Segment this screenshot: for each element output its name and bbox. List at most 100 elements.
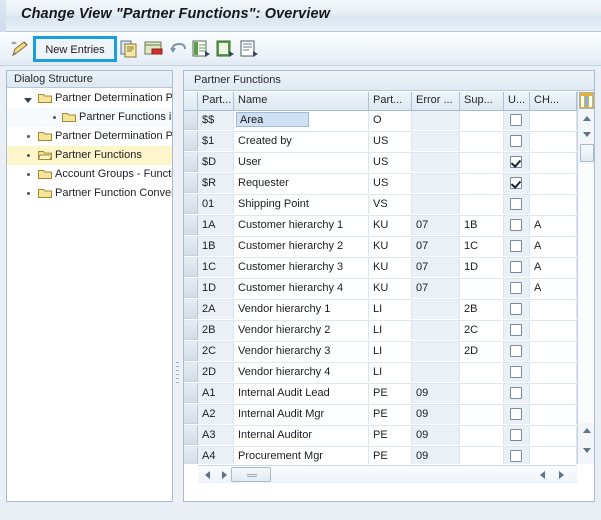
- scroll-up-button[interactable]: [579, 112, 594, 126]
- cell-error[interactable]: [412, 342, 460, 361]
- unique-checkbox[interactable]: [510, 198, 522, 210]
- cell-error[interactable]: 07: [412, 258, 460, 277]
- cell-parttype[interactable]: LI: [369, 363, 412, 382]
- unique-checkbox[interactable]: [510, 324, 522, 336]
- panel-splitter[interactable]: [173, 70, 183, 502]
- unique-checkbox[interactable]: [510, 135, 522, 147]
- cell-chg[interactable]: [530, 384, 577, 403]
- cell-parttype[interactable]: PE: [369, 405, 412, 424]
- cell-parttype[interactable]: KU: [369, 216, 412, 235]
- cell-parttype[interactable]: KU: [369, 258, 412, 277]
- row-selector[interactable]: [184, 447, 198, 464]
- table-row[interactable]: $DUserUS: [184, 153, 577, 174]
- row-selector[interactable]: [184, 279, 198, 298]
- table-row[interactable]: A3Internal AuditorPE09: [184, 426, 577, 447]
- unique-checkbox[interactable]: [510, 219, 522, 231]
- cell-sup[interactable]: 1B: [460, 216, 504, 235]
- sidebar-item-partner-function-conver[interactable]: Partner Function Conver: [7, 184, 172, 203]
- cell-chg[interactable]: [530, 342, 577, 361]
- cell-part[interactable]: 2D: [198, 363, 234, 382]
- unique-checkbox[interactable]: [510, 366, 522, 378]
- vertical-scroll-track[interactable]: [579, 164, 594, 423]
- cell-uniq[interactable]: [504, 153, 530, 172]
- cell-sup[interactable]: 1C: [460, 237, 504, 256]
- table-row[interactable]: 2CVendor hierarchy 3LI2D: [184, 342, 577, 363]
- unique-checkbox[interactable]: [510, 450, 522, 462]
- cell-parttype[interactable]: US: [369, 132, 412, 151]
- cell-sup[interactable]: [460, 111, 504, 130]
- cell-sup[interactable]: [460, 279, 504, 298]
- cell-name[interactable]: Internal Audit Lead: [234, 384, 369, 403]
- cell-part[interactable]: 1B: [198, 237, 234, 256]
- cell-uniq[interactable]: [504, 321, 530, 340]
- table-row[interactable]: 1BCustomer hierarchy 2KU071CA: [184, 237, 577, 258]
- cell-parttype[interactable]: O: [369, 111, 412, 130]
- cell-error[interactable]: 09: [412, 447, 460, 464]
- row-selector[interactable]: [184, 174, 198, 193]
- cell-sup[interactable]: [460, 384, 504, 403]
- cell-name-editing[interactable]: Area: [236, 112, 309, 127]
- scroll-down-button[interactable]: [579, 128, 594, 142]
- cell-error[interactable]: [412, 363, 460, 382]
- cell-name[interactable]: Customer hierarchy 4: [234, 279, 369, 298]
- cell-uniq[interactable]: [504, 132, 530, 151]
- cell-chg[interactable]: [530, 363, 577, 382]
- cell-chg[interactable]: A: [530, 258, 577, 277]
- cell-error[interactable]: 09: [412, 426, 460, 445]
- cell-error[interactable]: [412, 321, 460, 340]
- row-selector[interactable]: [184, 342, 198, 361]
- sidebar-item-partner-functions-in[interactable]: Partner Functions in: [7, 108, 172, 127]
- column-header-chg[interactable]: CH...: [530, 92, 577, 110]
- cell-uniq[interactable]: [504, 300, 530, 319]
- cell-uniq[interactable]: [504, 279, 530, 298]
- cell-sup[interactable]: [460, 132, 504, 151]
- cell-name[interactable]: Internal Auditor: [234, 426, 369, 445]
- cell-name[interactable]: Vendor hierarchy 3: [234, 342, 369, 361]
- cell-chg[interactable]: [530, 447, 577, 464]
- cell-part[interactable]: $D: [198, 153, 234, 172]
- cell-name[interactable]: Vendor hierarchy 4: [234, 363, 369, 382]
- table-row[interactable]: 2BVendor hierarchy 2LI2C: [184, 321, 577, 342]
- table-settings-icon[interactable]: [579, 92, 594, 109]
- table-row[interactable]: A4Procurement MgrPE09: [184, 447, 577, 464]
- column-header-name[interactable]: Name: [234, 92, 369, 110]
- cell-chg[interactable]: A: [530, 216, 577, 235]
- cell-uniq[interactable]: [504, 237, 530, 256]
- cell-part[interactable]: A3: [198, 426, 234, 445]
- variant-icon[interactable]: [240, 39, 259, 58]
- cell-error[interactable]: [412, 300, 460, 319]
- cell-part[interactable]: 2B: [198, 321, 234, 340]
- table-row[interactable]: $RRequesterUS: [184, 174, 577, 195]
- cell-name[interactable]: Requester: [234, 174, 369, 193]
- cell-error[interactable]: [412, 111, 460, 130]
- vertical-scroll-thumb[interactable]: [580, 144, 594, 162]
- cell-name[interactable]: Shipping Point: [234, 195, 369, 214]
- cell-chg[interactable]: [530, 405, 577, 424]
- row-selector[interactable]: [184, 132, 198, 151]
- cell-parttype[interactable]: PE: [369, 447, 412, 464]
- cell-error[interactable]: 09: [412, 384, 460, 403]
- cell-parttype[interactable]: US: [369, 153, 412, 172]
- display-change-icon[interactable]: [10, 40, 30, 58]
- cell-uniq[interactable]: [504, 258, 530, 277]
- cell-error[interactable]: [412, 153, 460, 172]
- scroll-page-down-button[interactable]: [579, 444, 594, 458]
- table-row[interactable]: 2AVendor hierarchy 1LI2B: [184, 300, 577, 321]
- row-selector[interactable]: [184, 363, 198, 382]
- cell-part[interactable]: A4: [198, 447, 234, 464]
- cell-part[interactable]: 2A: [198, 300, 234, 319]
- cell-sup[interactable]: 1D: [460, 258, 504, 277]
- column-header-sup[interactable]: Sup...: [460, 92, 504, 110]
- cell-part[interactable]: 2C: [198, 342, 234, 361]
- cell-parttype[interactable]: LI: [369, 300, 412, 319]
- cell-name[interactable]: Vendor hierarchy 1: [234, 300, 369, 319]
- unique-checkbox[interactable]: [510, 114, 522, 126]
- chevron-down-icon[interactable]: [24, 95, 32, 103]
- table-row[interactable]: $1Created byUS: [184, 132, 577, 153]
- column-header-error[interactable]: Error ...: [412, 92, 460, 110]
- cell-part[interactable]: A2: [198, 405, 234, 424]
- row-selector[interactable]: [184, 195, 198, 214]
- table-row[interactable]: 1DCustomer hierarchy 4KU07A: [184, 279, 577, 300]
- cell-chg[interactable]: [530, 300, 577, 319]
- cell-uniq[interactable]: [504, 195, 530, 214]
